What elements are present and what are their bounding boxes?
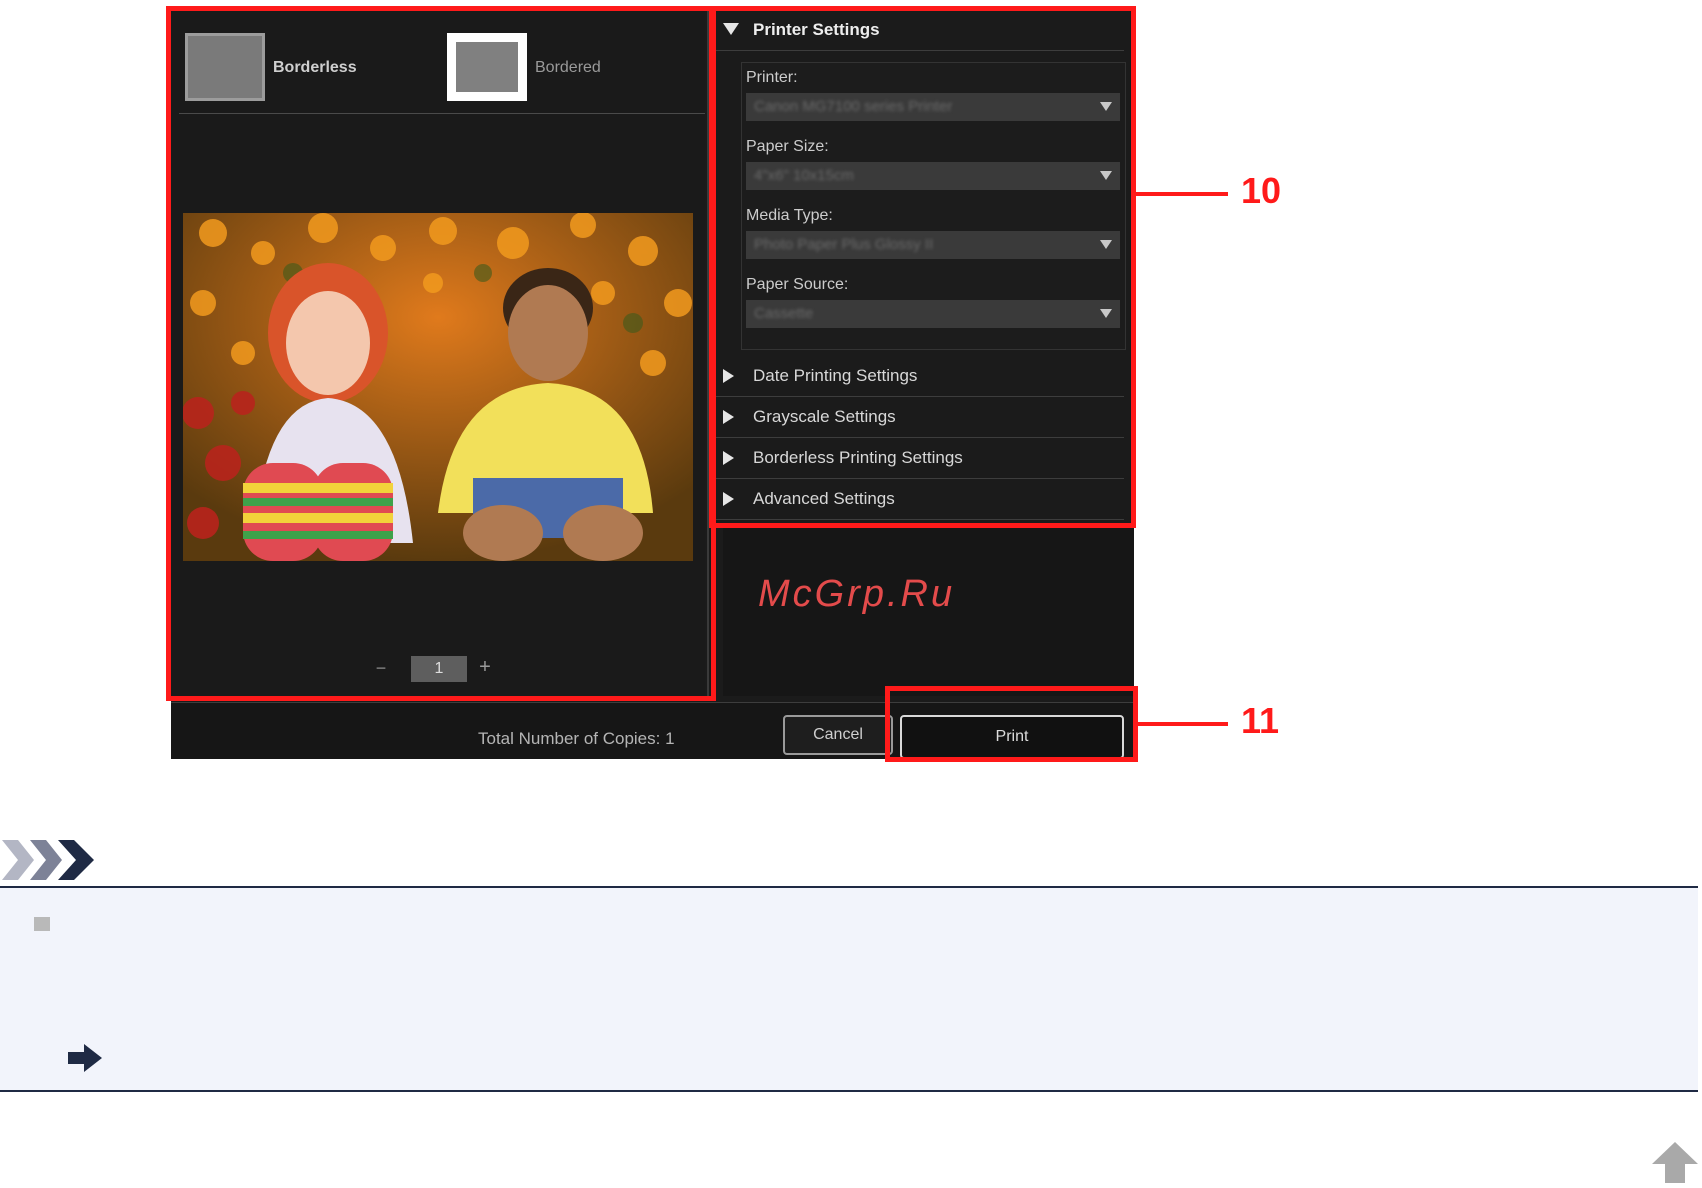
print-highlight-frame bbox=[885, 686, 1138, 762]
back-to-top-icon[interactable] bbox=[1652, 1142, 1698, 1188]
preview-highlight-frame bbox=[166, 6, 716, 701]
settings-highlight-frame bbox=[709, 6, 1136, 528]
callout-line-10 bbox=[1136, 192, 1228, 196]
callout-number-10: 10 bbox=[1241, 170, 1282, 211]
cancel-button[interactable]: Cancel bbox=[783, 715, 893, 755]
note-box bbox=[0, 886, 1698, 1092]
callout-line-11 bbox=[1138, 722, 1228, 726]
total-copies-text: Total Number of Copies: 1 bbox=[478, 729, 675, 748]
watermark-text: McGrp.Ru bbox=[758, 573, 956, 615]
note-chevrons-icon bbox=[0, 838, 96, 887]
callout-number-11: 11 bbox=[1241, 700, 1280, 741]
note-bullet-icon bbox=[34, 917, 50, 931]
link-arrow-icon[interactable] bbox=[68, 1044, 102, 1077]
